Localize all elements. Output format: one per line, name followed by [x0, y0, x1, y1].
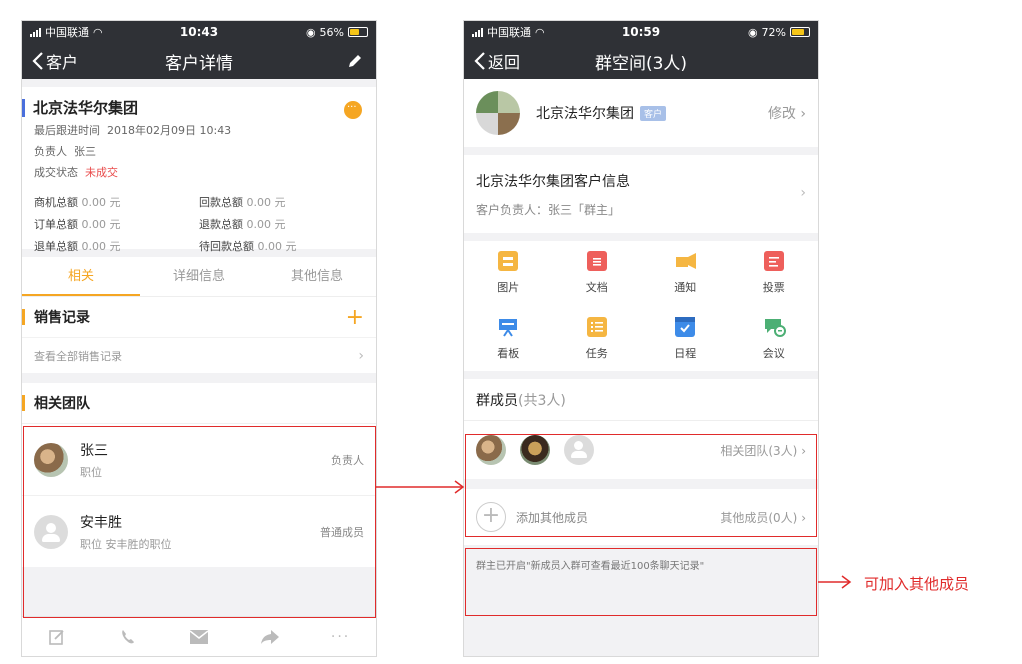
annotation-note: 可加入其他成员 — [864, 575, 970, 593]
battery-icon — [790, 27, 810, 37]
rotation-lock-icon: ◉ — [305, 25, 316, 39]
battery-percent: 72% — [761, 25, 786, 39]
rotation-lock-icon: ◉ — [747, 25, 758, 39]
battery-icon — [348, 27, 368, 37]
annotation-arrows — [376, 480, 852, 589]
battery-percent: 56% — [319, 25, 344, 39]
